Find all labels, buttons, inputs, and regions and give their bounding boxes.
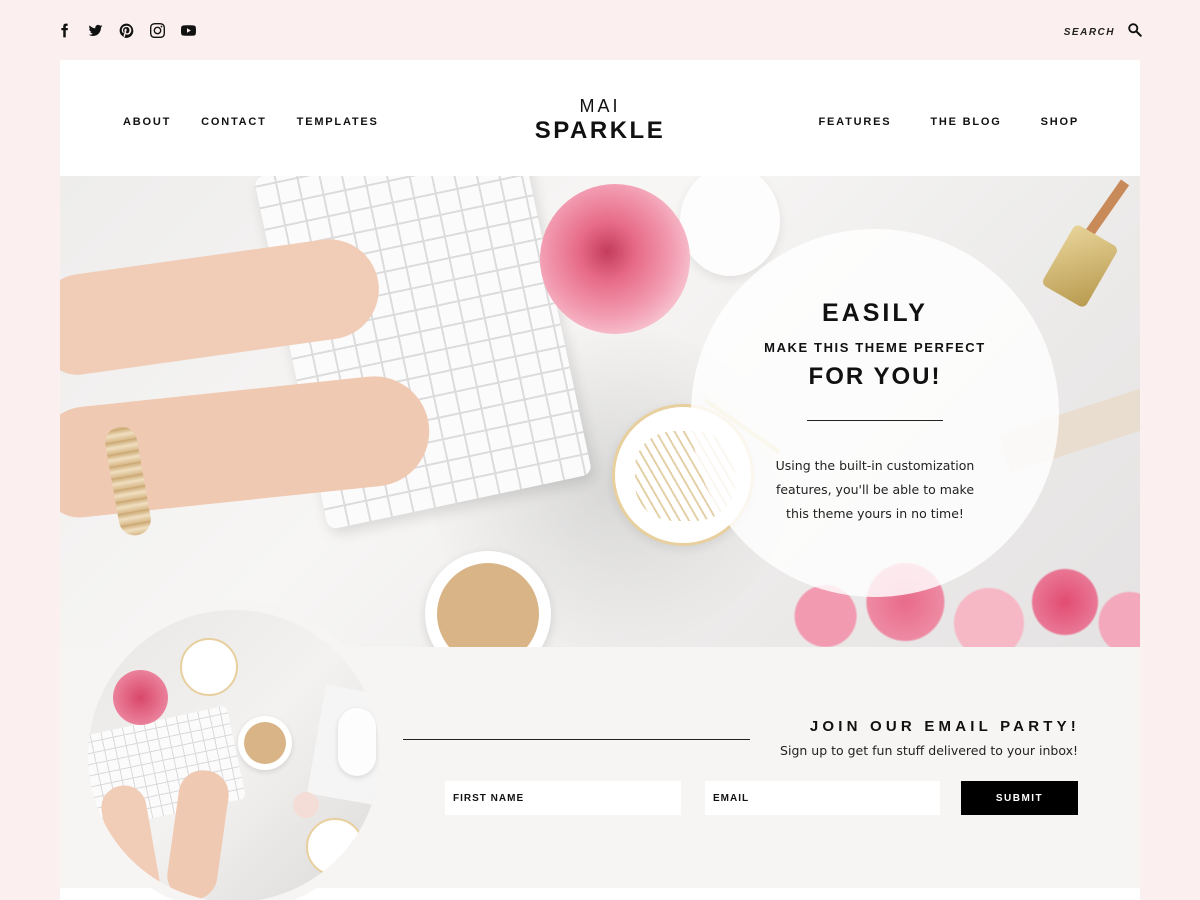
primary-nav-right: FEATURES THE BLOG SHOP	[780, 116, 1079, 128]
hero-banner: EASILY MAKE THIS THEME PERFECT FOR YOU! …	[60, 176, 1140, 647]
nav-the-blog[interactable]: THE BLOG	[930, 116, 1001, 128]
nav-features[interactable]: FEATURES	[819, 116, 892, 128]
logo-top-text: MAI	[579, 96, 621, 116]
hero-title-line2: FOR YOU!	[808, 363, 942, 390]
photo-rose	[113, 670, 168, 725]
first-name-input[interactable]	[445, 781, 681, 815]
nav-shop[interactable]: SHOP	[1041, 116, 1079, 128]
search-icon	[1127, 22, 1142, 42]
hero-description: Using the built-in customization feature…	[775, 458, 975, 521]
social-links	[56, 22, 197, 39]
hero-gold-object-image	[1040, 223, 1120, 309]
email-subtitle: Sign up to get fun stuff delivered to yo…	[780, 743, 1078, 758]
photo-bowl	[306, 818, 364, 876]
top-bar: SEARCH	[0, 0, 1200, 60]
photo-mouse	[338, 708, 376, 776]
hero-subtitle: MAKE THIS THEME PERFECT	[764, 340, 986, 355]
search-label: SEARCH	[1063, 26, 1115, 38]
hero-title-line1: EASILY	[821, 299, 928, 327]
email-divider	[403, 739, 750, 740]
desk-photo	[88, 610, 380, 900]
youtube-icon[interactable]	[180, 22, 197, 39]
email-title: JOIN OUR EMAIL PARTY!	[809, 718, 1080, 735]
photo-dish	[180, 638, 238, 696]
hero-divider	[807, 420, 943, 421]
photo-macaron	[293, 792, 319, 818]
site-header: ABOUT CONTACT TEMPLATES MAI SPARKLE FEAT…	[60, 60, 1140, 176]
search-button[interactable]: SEARCH	[1064, 22, 1142, 42]
email-input[interactable]	[705, 781, 940, 815]
email-section-photo	[78, 600, 390, 900]
instagram-icon[interactable]	[149, 22, 166, 39]
twitter-icon[interactable]	[87, 22, 104, 39]
hero-circle-card: EASILY MAKE THIS THEME PERFECT FOR YOU! …	[691, 229, 1059, 597]
hero-rose-image	[540, 184, 690, 334]
photo-coffee	[238, 716, 292, 770]
facebook-icon[interactable]	[56, 22, 73, 39]
hero-vase-image	[680, 176, 780, 276]
submit-button[interactable]: SUBMIT	[961, 781, 1078, 815]
pinterest-icon[interactable]	[118, 22, 135, 39]
